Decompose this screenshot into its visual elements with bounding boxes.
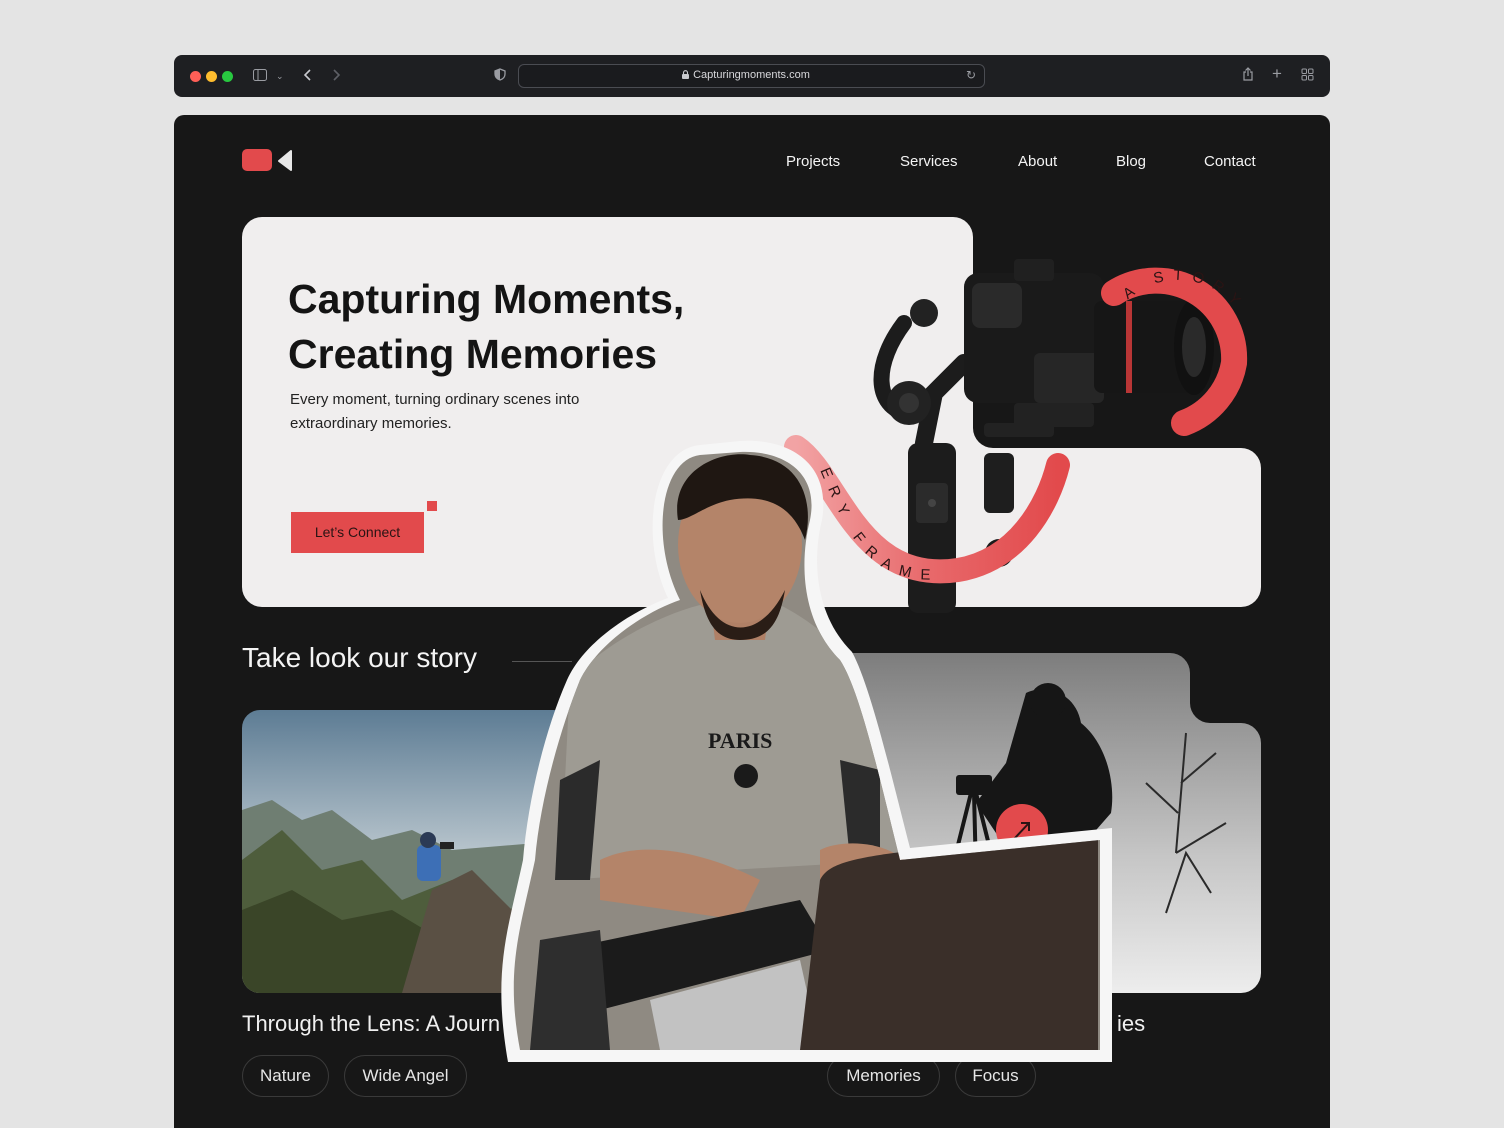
tag-memories[interactable]: Memories	[827, 1055, 940, 1097]
hero-subtitle: Every moment, turning ordinary scenes in…	[290, 388, 650, 436]
story-card-1-image[interactable]	[242, 710, 572, 993]
hero-title: Capturing Moments, Creating Memories	[288, 272, 768, 382]
close-window-dot[interactable]	[190, 71, 201, 82]
nav-blog[interactable]: Blog	[1116, 153, 1146, 170]
hero-title-line-1: Capturing Moments,	[288, 276, 685, 322]
shield-icon[interactable]	[494, 67, 506, 85]
story-card-1-title[interactable]: Through the Lens: A Journ	[242, 1011, 500, 1037]
back-arrow-icon[interactable]	[303, 67, 313, 85]
tag-focus[interactable]: Focus	[955, 1055, 1036, 1097]
nav-contact[interactable]: Contact	[1204, 153, 1256, 170]
tag-nature[interactable]: Nature	[242, 1055, 329, 1097]
story-card-2-title[interactable]: ies	[1117, 1011, 1145, 1037]
hero-subtitle-line-2: extraordinary memories.	[290, 415, 452, 432]
camera-logo[interactable]	[242, 149, 294, 178]
story-arc-badge	[1101, 267, 1248, 436]
share-icon[interactable]	[1242, 67, 1254, 85]
chevron-down-icon[interactable]: ⌄	[276, 67, 284, 85]
hero-title-line-2: Creating Memories	[288, 331, 658, 377]
forward-arrow-icon[interactable]	[331, 67, 341, 85]
browser-toolbar: ⌄ Capturingmoments.com ↻ +	[174, 55, 1330, 97]
address-bar[interactable]: Capturingmoments.com ↻	[518, 64, 985, 88]
tab-overview-icon[interactable]	[1301, 67, 1314, 85]
url-text: Capturingmoments.com	[693, 69, 810, 81]
nav-projects[interactable]: Projects	[786, 153, 840, 170]
new-tab-icon[interactable]: +	[1272, 65, 1282, 83]
maximize-window-dot[interactable]	[222, 71, 233, 82]
nav-services[interactable]: Services	[900, 153, 958, 170]
section-divider	[512, 661, 572, 662]
hero-subtitle-line-1: Every moment, turning ordinary scenes in…	[290, 391, 580, 408]
minimize-window-dot[interactable]	[206, 71, 217, 82]
cta-accent-square	[427, 501, 437, 511]
nav-about[interactable]: About	[1018, 153, 1057, 170]
lets-connect-button[interactable]: Let’s Connect	[291, 512, 424, 553]
tag-wide-angel[interactable]: Wide Angel	[344, 1055, 467, 1097]
story-section-heading: Take look our story	[242, 642, 477, 673]
reload-icon[interactable]: ↻	[966, 68, 976, 82]
website-page: Projects Services About Blog Contact Cap…	[174, 115, 1330, 1128]
frame-arc-badge	[784, 435, 1070, 584]
sidebar-toggle-icon[interactable]	[253, 67, 267, 85]
story-card-2-image[interactable]	[826, 653, 1261, 993]
